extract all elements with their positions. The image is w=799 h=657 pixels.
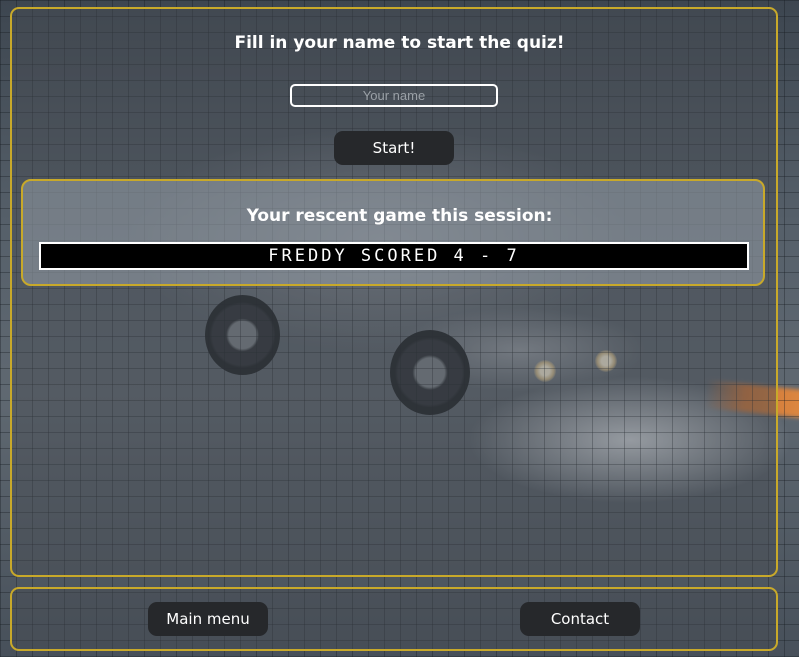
main-menu-button[interactable]: Main menu bbox=[148, 602, 268, 636]
start-button[interactable]: Start! bbox=[334, 131, 454, 165]
recent-game-title: Your rescent game this session: bbox=[246, 206, 553, 226]
recent-game-score: FREDDY SCORED 4 - 7 bbox=[39, 242, 749, 270]
start-prompt: Fill in your name to start the quiz! bbox=[234, 33, 565, 53]
contact-button[interactable]: Contact bbox=[520, 602, 640, 636]
name-input[interactable] bbox=[290, 84, 498, 107]
footer-panel bbox=[10, 587, 778, 651]
